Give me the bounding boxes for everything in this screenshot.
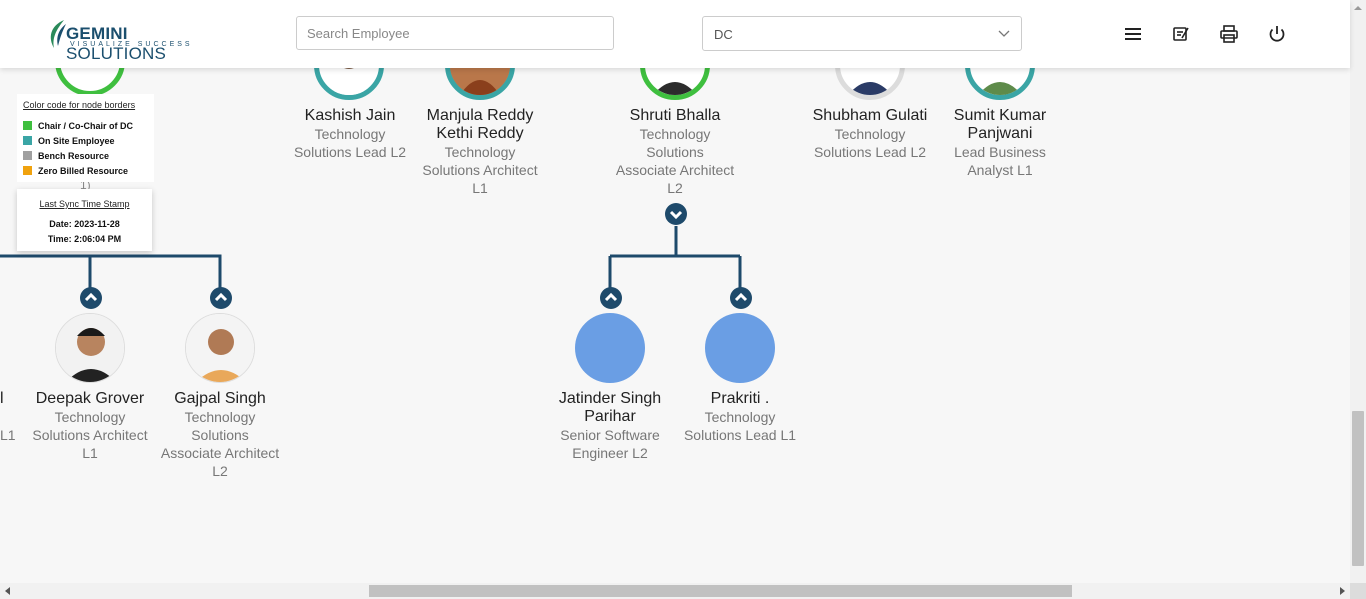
collapse-toggle-icon[interactable] [729, 286, 753, 310]
node-name[interactable]: Deepak Grover [30, 390, 150, 408]
node-name[interactable]: Manjula Reddy Kethi Reddy [420, 107, 540, 143]
collapse-toggle-icon[interactable] [79, 286, 103, 310]
brand-logo[interactable]: GEMINI SOLUTIONS VISUALIZE SUCCESS [46, 16, 216, 63]
avatar-jatinder-singh-parihar[interactable] [575, 313, 645, 383]
brand-tagline: VISUALIZE SUCCESS [70, 41, 193, 48]
collapse-toggle-icon[interactable] [209, 286, 233, 310]
avatar-gajpal-singh[interactable] [185, 313, 255, 383]
border-color-legend: Color code for node borders Chair / Co-C… [17, 94, 154, 182]
org-chart-canvas[interactable]: 1) Kashish Jain Technology Solutions Lea… [0, 0, 1350, 583]
node-name[interactable]: Prakriti . [680, 390, 800, 408]
node-role: Senior Software Engineer L2 [560, 427, 660, 461]
node-role: Technology Solutions Associate Architect… [160, 409, 280, 479]
collapse-toggle-icon[interactable] [599, 286, 623, 310]
scrollbar-corner [1350, 583, 1366, 599]
node-role: Technology Solutions Associate Architect… [615, 126, 735, 196]
gemini-leaf-icon [50, 20, 66, 48]
dc-select[interactable]: DC [702, 16, 1022, 51]
menu-icon[interactable] [1123, 24, 1143, 44]
chevron-down-icon [998, 30, 1010, 37]
top-header: GEMINI SOLUTIONS VISUALIZE SUCCESS DC [0, 0, 1350, 68]
sync-title: Last Sync Time Stamp [39, 199, 130, 209]
node-role: Lead Business Analyst L1 [954, 144, 1046, 178]
vertical-scroll-thumb[interactable] [1352, 411, 1364, 566]
vertical-scrollbar[interactable] [1350, 0, 1366, 583]
expand-toggle-icon[interactable] [664, 202, 688, 226]
scroll-right-arrow-icon[interactable] [1334, 583, 1350, 599]
print-icon[interactable] [1219, 24, 1239, 44]
node-name[interactable]: Kashish Jain [290, 107, 410, 125]
node-role: Technology Solutions Architect L1 [32, 409, 148, 461]
dc-select-value: DC [714, 27, 733, 42]
legend-item-onsite: On Site Employee [23, 136, 115, 146]
avatar-deepak-grover[interactable] [55, 313, 125, 383]
avatar-prakriti[interactable] [705, 313, 775, 383]
power-icon[interactable] [1267, 24, 1287, 44]
legend-item-bench: Bench Resource [23, 151, 109, 161]
node-name[interactable]: Sumit Kumar Panjwani [940, 107, 1060, 143]
legend-item-zero-billed: Zero Billed Resource [23, 166, 128, 176]
scroll-up-arrow-icon[interactable] [1350, 0, 1366, 16]
horizontal-scrollbar[interactable] [0, 583, 1350, 599]
node-name[interactable]: Gajpal Singh [160, 390, 280, 408]
node-name[interactable]: Shruti Bhalla [615, 107, 735, 125]
search-employee-input[interactable] [296, 16, 614, 50]
legend-item-chair: Chair / Co-Chair of DC [23, 121, 133, 131]
legend-title: Color code for node borders [23, 100, 136, 110]
node-role: Technology Solutions Lead L1 [683, 409, 797, 443]
node-role-cut: L1 [0, 427, 16, 443]
scroll-left-arrow-icon[interactable] [0, 583, 16, 599]
sync-date: Date: 2023-11-28 [49, 219, 120, 229]
horizontal-scroll-thumb[interactable] [369, 585, 1072, 597]
sync-time: Time: 2:06:04 PM [47, 234, 122, 244]
node-name[interactable]: Jatinder Singh Parihar [550, 390, 670, 426]
node-name[interactable]: Shubham Gulati [810, 107, 930, 125]
node-name-cut[interactable]: l [0, 390, 4, 408]
node-role: Technology Solutions Architect L1 [422, 144, 538, 196]
node-role: Technology Solutions Lead L2 [293, 126, 407, 160]
edit-note-icon[interactable] [1171, 24, 1191, 44]
node-role: Technology Solutions Lead L2 [813, 126, 927, 160]
sync-timestamp-panel: Last Sync Time Stamp Date: 2023-11-28 Ti… [17, 189, 152, 251]
